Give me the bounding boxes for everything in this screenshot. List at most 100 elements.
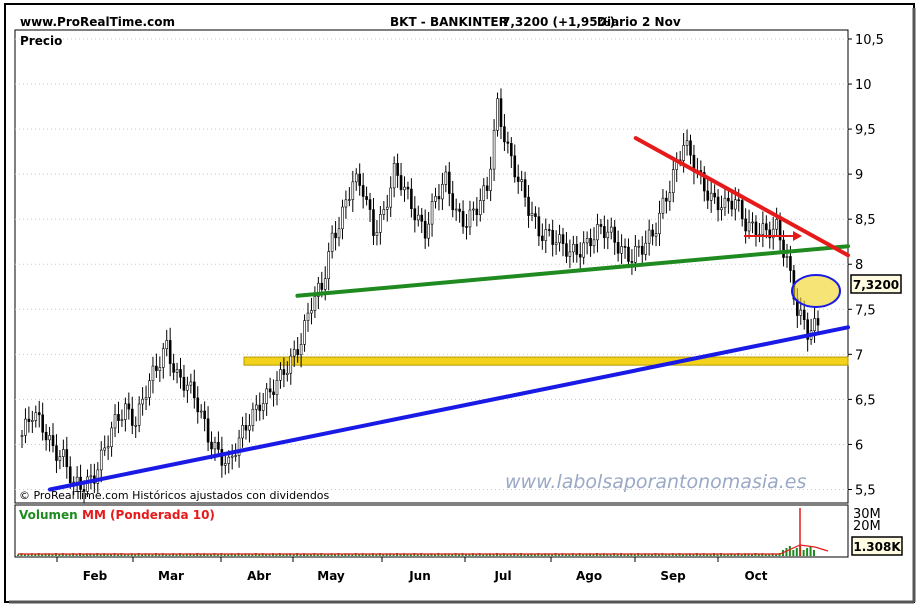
vol-tick-20m: 20M bbox=[853, 519, 881, 534]
candle-body bbox=[596, 224, 599, 241]
y-tick-label: 7,5 bbox=[855, 303, 876, 318]
candle-body bbox=[20, 435, 24, 437]
candle-body bbox=[709, 192, 713, 201]
candle-body bbox=[31, 420, 34, 422]
candle-body bbox=[654, 233, 658, 237]
y-tick-label: 10 bbox=[855, 78, 872, 93]
candle-body bbox=[482, 185, 486, 201]
period-label: Diario bbox=[597, 15, 637, 29]
candle-body bbox=[103, 447, 107, 451]
volume-bar bbox=[116, 554, 119, 556]
candle-body bbox=[172, 363, 175, 373]
candle-body bbox=[289, 355, 293, 374]
candle-body bbox=[423, 220, 427, 239]
candle-body bbox=[782, 239, 785, 258]
candle-body bbox=[523, 179, 527, 198]
candle-body bbox=[55, 445, 58, 461]
candle-body bbox=[165, 340, 169, 350]
candle-body bbox=[592, 239, 596, 247]
candle-body bbox=[320, 282, 324, 290]
support-zone-layer bbox=[243, 356, 849, 366]
candle-body bbox=[647, 229, 651, 244]
candle-body bbox=[230, 455, 234, 458]
candle-body bbox=[447, 171, 451, 194]
candle-body bbox=[434, 196, 437, 202]
candle-body bbox=[275, 379, 279, 396]
candle-body bbox=[189, 381, 193, 386]
candle-body bbox=[465, 226, 468, 228]
candle-body bbox=[403, 186, 406, 191]
candle-body bbox=[589, 237, 592, 247]
candle-body bbox=[716, 196, 720, 211]
candle-body bbox=[437, 196, 441, 200]
candle-body bbox=[348, 199, 351, 201]
candle-body bbox=[372, 209, 375, 236]
volume-bar bbox=[416, 554, 419, 556]
candle-body bbox=[640, 245, 644, 255]
candle-body bbox=[234, 455, 237, 457]
volume-bar bbox=[516, 554, 519, 556]
candle-body bbox=[382, 209, 386, 215]
candle-body bbox=[158, 367, 162, 371]
candle-body bbox=[585, 237, 589, 244]
candle-body bbox=[506, 141, 510, 144]
candle-body bbox=[554, 242, 558, 245]
volume-bar bbox=[795, 548, 798, 556]
candle-body bbox=[606, 231, 610, 239]
volume-bar bbox=[17, 554, 19, 556]
candle-body bbox=[155, 365, 158, 371]
candle-body bbox=[582, 242, 585, 258]
candle-body bbox=[751, 221, 754, 224]
candle-body bbox=[510, 143, 513, 157]
candle-body bbox=[444, 171, 448, 185]
candle-body bbox=[199, 410, 203, 413]
month-label: Mar bbox=[158, 569, 184, 583]
candle-body bbox=[248, 425, 251, 431]
candle-body bbox=[740, 200, 744, 220]
candle-body bbox=[303, 320, 306, 345]
candle-body bbox=[258, 404, 262, 411]
month-label: Ago bbox=[576, 569, 602, 583]
candle-body bbox=[544, 229, 548, 241]
candle-body bbox=[213, 441, 217, 450]
candle-body bbox=[396, 163, 399, 176]
candle-body bbox=[485, 185, 489, 191]
candle-body bbox=[361, 185, 365, 197]
candle-body bbox=[789, 256, 792, 271]
candle-body bbox=[148, 380, 151, 398]
candle-body bbox=[430, 201, 434, 225]
candle-body bbox=[761, 223, 765, 235]
candle-body bbox=[733, 199, 737, 210]
candle-body bbox=[292, 349, 296, 357]
y-tick-label: 7 bbox=[855, 348, 863, 363]
candle-body bbox=[520, 179, 523, 182]
candle-body bbox=[503, 126, 506, 143]
candle-body bbox=[441, 184, 444, 200]
date-label: 2 Nov bbox=[642, 15, 681, 29]
candle-body bbox=[375, 232, 379, 236]
candle-body bbox=[547, 229, 551, 231]
candle-body bbox=[196, 397, 200, 413]
candle-body bbox=[365, 196, 368, 200]
volume-bar bbox=[216, 554, 219, 556]
volume-bar bbox=[809, 546, 812, 556]
candle-body bbox=[665, 197, 668, 202]
candle-body bbox=[513, 155, 517, 178]
candle-body bbox=[489, 168, 492, 191]
candle-body bbox=[723, 197, 727, 209]
candle-body bbox=[179, 369, 182, 378]
candle-body bbox=[272, 391, 275, 396]
candle-body bbox=[261, 403, 265, 411]
candle-body bbox=[468, 209, 472, 228]
candle-body bbox=[572, 243, 575, 253]
candle-body bbox=[454, 208, 458, 211]
mm-label: MM (Ponderada 10) bbox=[82, 508, 215, 522]
candle-body bbox=[161, 348, 165, 368]
candle-body bbox=[37, 412, 41, 416]
copyright-label: © ProRealTime.com Históricos ajustados c… bbox=[19, 489, 330, 502]
candle-body bbox=[344, 199, 348, 208]
candle-body bbox=[151, 365, 155, 382]
candle-body bbox=[537, 216, 541, 237]
highlight-ellipse bbox=[791, 274, 841, 308]
candle-body bbox=[203, 410, 206, 420]
